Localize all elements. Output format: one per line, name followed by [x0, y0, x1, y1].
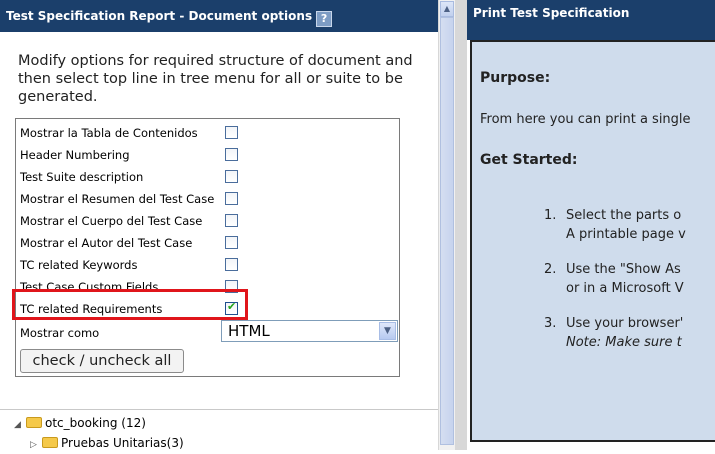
- option-checkbox-tc-body[interactable]: [225, 214, 238, 227]
- tree-node-pruebas-unitarias[interactable]: ▷ Pruebas Unitarias(3): [30, 434, 184, 452]
- step-3-note: Note: Make sure t: [566, 335, 682, 350]
- option-label: Header Numbering: [20, 148, 130, 162]
- scroll-up-icon[interactable]: ▲: [440, 1, 454, 17]
- check-uncheck-all-button[interactable]: check / uncheck all: [20, 349, 184, 373]
- step-number: 1.: [544, 208, 557, 223]
- option-label: Mostrar el Cuerpo del Test Case: [20, 214, 203, 228]
- vertical-scrollbar[interactable]: ▲: [438, 0, 455, 450]
- intro-text: Modify options for required structure of…: [18, 53, 413, 105]
- highlight-box: [12, 289, 248, 320]
- get-started-heading: Get Started:: [480, 152, 578, 168]
- step-1-line-2: A printable page v: [566, 227, 686, 242]
- option-row-header-numbering: Header Numbering: [20, 145, 395, 165]
- option-checkbox-header-numbering[interactable]: [225, 148, 238, 161]
- test-suite-tree: ◢ otc_booking (12) ▷ Pruebas Unitarias(3): [0, 409, 438, 451]
- chevron-down-icon[interactable]: ▼: [379, 322, 396, 340]
- option-row-toc: Mostrar la Tabla de Contenidos: [20, 123, 395, 143]
- option-label: TC related Keywords: [20, 258, 138, 272]
- tree-node-otc-booking[interactable]: ◢ otc_booking (12): [14, 414, 146, 432]
- step-2-line-1: Use the "Show As: [566, 262, 681, 277]
- tree-node-label: Pruebas Unitarias(3): [61, 436, 184, 450]
- help-icon[interactable]: ?: [316, 11, 333, 27]
- right-panel-title: Print Test Specification: [473, 6, 630, 20]
- step-number: 2.: [544, 262, 557, 277]
- panel-title-bar: Test Specification Report - Document opt…: [0, 0, 438, 32]
- purpose-heading: Purpose:: [480, 70, 551, 86]
- option-label: Mostrar la Tabla de Contenidos: [20, 126, 198, 140]
- option-label: Mostrar el Resumen del Test Case: [20, 192, 215, 206]
- option-row-tc-keywords: TC related Keywords: [20, 255, 395, 275]
- format-select-value: HTML: [228, 322, 270, 340]
- option-label: Mostrar el Autor del Test Case: [20, 236, 193, 250]
- option-label: Test Suite description: [20, 170, 144, 184]
- panel-divider[interactable]: [455, 0, 467, 450]
- right-title-bar: Print Test Specification: [467, 0, 715, 40]
- scroll-thumb[interactable]: [440, 17, 454, 445]
- collapse-arrow-icon[interactable]: ◢: [14, 416, 26, 434]
- panel-title: Test Specification Report - Document opt…: [6, 9, 313, 23]
- option-checkbox-suite-description[interactable]: [225, 170, 238, 183]
- option-row-tc-summary: Mostrar el Resumen del Test Case: [20, 189, 395, 209]
- document-options-panel: Test Specification Report - Document opt…: [0, 0, 438, 450]
- purpose-text: From here you can print a single: [480, 112, 691, 127]
- step-1-line-1: Select the parts o: [566, 208, 682, 223]
- option-checkbox-tc-keywords[interactable]: [225, 258, 238, 271]
- option-row-tc-author: Mostrar el Autor del Test Case: [20, 233, 395, 253]
- option-row-suite-description: Test Suite description: [20, 167, 395, 187]
- option-checkbox-tc-author[interactable]: [225, 236, 238, 249]
- option-checkbox-toc[interactable]: [225, 126, 238, 139]
- step-number: 3.: [544, 316, 557, 331]
- option-checkbox-tc-summary[interactable]: [225, 192, 238, 205]
- step-2-line-2: or in a Microsoft V: [566, 281, 684, 296]
- help-content: Purpose: From here you can print a singl…: [470, 40, 715, 442]
- option-row-tc-body: Mostrar el Cuerpo del Test Case: [20, 211, 395, 231]
- folder-icon: [42, 437, 58, 448]
- expand-arrow-icon[interactable]: ▷: [30, 436, 42, 454]
- folder-icon: [26, 417, 42, 428]
- format-select[interactable]: HTML ▼: [221, 320, 398, 342]
- tree-node-label: otc_booking (12): [45, 416, 146, 430]
- print-spec-panel: Print Test Specification Purpose: From h…: [467, 0, 715, 450]
- step-3-line-1: Use your browser': [566, 316, 684, 331]
- format-label: Mostrar como: [20, 326, 100, 340]
